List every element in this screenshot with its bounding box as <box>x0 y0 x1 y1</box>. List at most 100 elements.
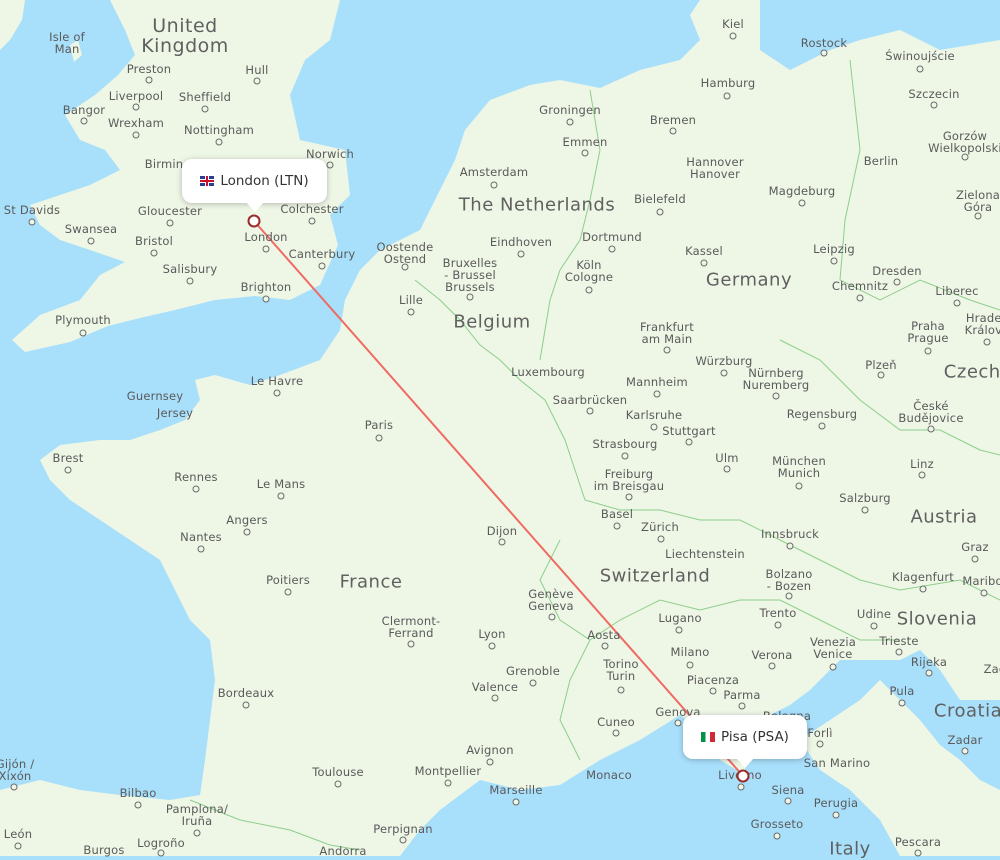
city-label: Piacenza <box>686 672 740 687</box>
city-label: Oostende Ostend <box>376 239 434 266</box>
city-dot-icon <box>132 131 140 139</box>
city-dot-icon <box>284 588 292 596</box>
city-dot-icon <box>548 613 556 621</box>
city-dot-icon <box>974 212 982 220</box>
city-label: Köln Cologne <box>564 257 614 284</box>
city-label: Forlì <box>807 725 833 740</box>
origin-popup[interactable]: London (LTN) <box>182 159 327 212</box>
city-label: Rijeka <box>910 654 948 669</box>
city-dot-icon <box>586 407 594 415</box>
city-label: Würzburg <box>695 353 753 368</box>
country-label: Andorra <box>319 843 367 858</box>
city-dot-icon <box>407 308 415 316</box>
city-label: Bristol <box>135 233 173 248</box>
city-label: Hannover Hanover <box>686 154 744 181</box>
city-dot-icon <box>608 245 616 253</box>
city-dot-icon <box>723 465 731 473</box>
city-dot-icon <box>657 535 665 543</box>
city-dot-icon <box>498 538 506 546</box>
city-dot-icon <box>919 585 927 593</box>
country-label: Liechtenstein <box>665 546 745 561</box>
city-label: Gijón / Xixón <box>0 756 35 783</box>
city-dot-icon <box>674 719 682 727</box>
origin-marker[interactable] <box>247 214 261 228</box>
city-label: Valence <box>471 679 519 694</box>
city-dot-icon <box>585 286 593 294</box>
city-label: Liverpool <box>108 88 164 103</box>
city-dot-icon <box>656 208 664 216</box>
city-label: Dijon <box>486 523 518 538</box>
city-label: Colchester <box>280 201 344 216</box>
city-dot-icon <box>914 849 922 857</box>
city-label: Magdeburg <box>768 183 836 198</box>
map-canvas[interactable]: United Kingdom The Netherlands Belgium Germa… <box>0 0 1000 858</box>
city-label: Bolzano - Bozen <box>765 566 813 593</box>
city-label: Venezia Venice <box>809 634 857 661</box>
city-label: Plymouth <box>55 312 111 327</box>
city-dot-icon <box>80 117 88 125</box>
city-dot-icon <box>961 153 969 161</box>
city-label: Chemnitz <box>831 278 889 293</box>
city-label: Zielona Góra <box>955 187 1000 214</box>
destination-marker[interactable] <box>736 769 750 783</box>
city-label: Torino Turin <box>603 656 639 683</box>
city-dot-icon <box>709 687 717 695</box>
city-label: Genève Geneva <box>528 586 574 613</box>
city-dot-icon <box>318 262 326 270</box>
city-dot-icon <box>700 259 708 267</box>
city-dot-icon <box>150 249 158 257</box>
city-label: Freiburg im Breisgau <box>593 466 665 493</box>
city-dot-icon <box>186 277 194 285</box>
city-label: Lugano <box>658 610 702 625</box>
city-label: České Budějovice <box>898 398 964 425</box>
city-dot-icon <box>877 371 885 379</box>
city-dot-icon <box>166 219 174 227</box>
city-label: Trento <box>759 605 797 620</box>
city-label: Graz <box>961 539 989 554</box>
city-dot-icon <box>491 694 499 702</box>
city-dot-icon <box>829 663 837 671</box>
country-label: San Marino <box>803 755 871 770</box>
city-label: Zag <box>983 661 1000 676</box>
city-label: Siena <box>771 782 805 797</box>
city-label: Lyon <box>478 626 506 641</box>
city-dot-icon <box>197 545 205 553</box>
city-dot-icon <box>444 779 452 787</box>
city-dot-icon <box>772 392 780 400</box>
city-dot-icon <box>774 621 782 629</box>
italy-flag-icon <box>701 732 716 742</box>
uk-flag-icon <box>200 176 215 186</box>
city-label: Rennes <box>174 469 218 484</box>
country-label: Austria <box>910 506 978 528</box>
city-label: London <box>244 229 288 244</box>
city-label: Bruxelles - Brussel Brussels <box>442 255 498 295</box>
city-label: Linz <box>910 456 934 471</box>
country-label: France <box>339 571 403 593</box>
city-label: Rostock <box>800 35 848 50</box>
city-dot-icon <box>490 181 498 189</box>
city-dot-icon <box>79 329 87 337</box>
city-label: Toulouse <box>312 764 364 779</box>
city-dot-icon <box>28 218 36 226</box>
city-dot-icon <box>816 740 824 748</box>
city-dot-icon <box>145 76 153 84</box>
city-label: Klagenfurt <box>891 569 955 584</box>
city-label: Cuneo <box>597 714 635 729</box>
city-label: Avignon <box>466 742 514 757</box>
city-label: Dresden <box>872 263 922 278</box>
city-dot-icon <box>983 338 991 346</box>
city-label: Angers <box>226 512 268 527</box>
city-dot-icon <box>486 758 494 766</box>
city-dot-icon <box>262 245 270 253</box>
country-label: Italy <box>829 838 871 860</box>
city-dot-icon <box>832 811 840 819</box>
city-label: Nottingham <box>184 122 254 137</box>
destination-popup[interactable]: Pisa (PSA) <box>683 715 807 768</box>
city-label: Zürich <box>641 519 679 534</box>
city-dot-icon <box>215 138 223 146</box>
city-dot-icon <box>625 493 633 501</box>
country-label: Switzerland <box>599 565 711 587</box>
city-dot-icon <box>277 492 285 500</box>
city-dot-icon <box>818 422 826 430</box>
city-label: Nürnberg Nuremberg <box>742 365 810 392</box>
